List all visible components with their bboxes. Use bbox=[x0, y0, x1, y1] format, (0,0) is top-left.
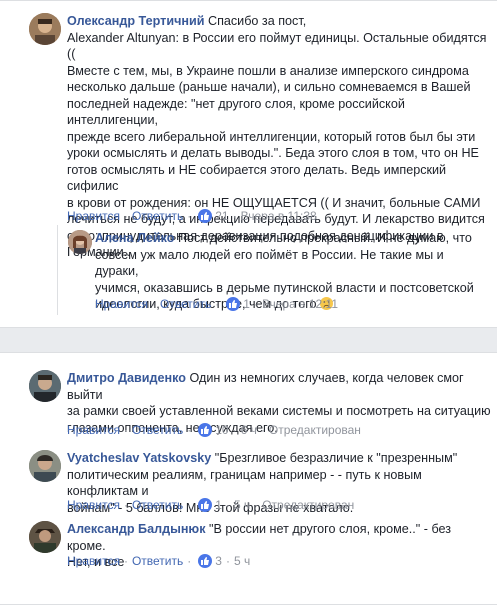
timestamp[interactable]: 5 ч bbox=[234, 498, 250, 512]
thumbs-up-icon[interactable] bbox=[198, 209, 213, 223]
thumbs-up-icon[interactable] bbox=[198, 498, 213, 512]
like-count[interactable]: 10 bbox=[215, 423, 228, 437]
like-link[interactable]: Нравится bbox=[67, 423, 120, 437]
like-link[interactable]: Нравится bbox=[67, 209, 120, 223]
comment-author[interactable]: Дмитро Давиденко bbox=[67, 371, 186, 385]
comment-author[interactable]: Олександр Тертичний bbox=[67, 14, 204, 28]
comment-thread-card: Дмитро Давиденко Один из немногих случае… bbox=[0, 352, 497, 605]
like-link[interactable]: Нравится bbox=[67, 554, 120, 568]
like-count[interactable]: 21 bbox=[215, 209, 228, 223]
reply-link[interactable]: Ответить bbox=[132, 423, 183, 437]
edited-label[interactable]: Отредактирован bbox=[269, 423, 361, 437]
reply-link[interactable]: Ответить bbox=[132, 498, 183, 512]
reply-link[interactable]: Ответить bbox=[132, 209, 183, 223]
thumbs-up-icon[interactable] bbox=[198, 554, 213, 568]
like-link[interactable]: Нравится bbox=[95, 297, 148, 311]
comment-author[interactable]: Vyatcheslav Yatskovsky bbox=[67, 451, 211, 465]
comment-actions: Нравится · Ответить · 21 · Вчера в 11:38 bbox=[67, 209, 317, 223]
thumbs-up-icon[interactable] bbox=[226, 297, 241, 311]
like-count[interactable]: 1 bbox=[243, 297, 250, 311]
timestamp[interactable]: 6 ч bbox=[241, 423, 257, 437]
comment-text: Олександр Тертичний Спасибо за пост, Ale… bbox=[67, 14, 487, 259]
comment-actions: Нравится · Ответить · 3 · 5 ч bbox=[67, 554, 251, 568]
timestamp[interactable]: Вчера в 12:11 bbox=[262, 297, 338, 311]
comment-actions: Нравится · Ответить · 1 · 5 ч · Отредакт… bbox=[67, 498, 355, 512]
comment-author[interactable]: Александр Балдынюк bbox=[67, 522, 206, 536]
comment-thread-card: Олександр Тертичний Спасибо за пост, Ale… bbox=[0, 0, 497, 328]
like-count[interactable]: 3 bbox=[215, 554, 222, 568]
avatar[interactable] bbox=[29, 13, 61, 45]
like-count[interactable]: 1 bbox=[215, 498, 222, 512]
avatar[interactable] bbox=[29, 370, 61, 402]
reply-actions: Нравится · Ответить · 1 · Вчера в 12:11 bbox=[95, 297, 338, 311]
like-link[interactable]: Нравится bbox=[67, 498, 120, 512]
reply-link[interactable]: Ответить bbox=[160, 297, 211, 311]
avatar[interactable] bbox=[68, 230, 92, 254]
reply-link[interactable]: Ответить bbox=[132, 554, 183, 568]
avatar[interactable] bbox=[29, 450, 61, 482]
reply-thread-line bbox=[57, 225, 58, 315]
timestamp[interactable]: Вчера в 11:38 bbox=[241, 209, 317, 223]
comment-author[interactable]: Алена Лейко bbox=[95, 231, 174, 245]
timestamp[interactable]: 5 ч bbox=[234, 554, 250, 568]
avatar[interactable] bbox=[29, 521, 61, 553]
edited-label[interactable]: Отредактирован bbox=[262, 498, 354, 512]
comment-actions: Нравится · Ответить · 10 · 6 ч · Отредак… bbox=[67, 423, 361, 437]
thumbs-up-icon[interactable] bbox=[198, 423, 213, 437]
